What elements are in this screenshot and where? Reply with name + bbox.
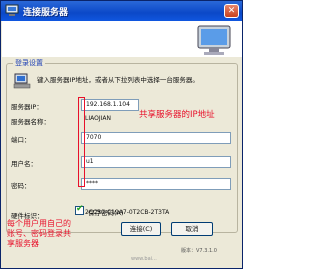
server-name-label: 服务器名称：: [11, 118, 50, 126]
connect-button[interactable]: 连接(C): [121, 222, 161, 236]
save-password-checkbox[interactable]: ✔: [75, 204, 84, 215]
password-label: 密码：: [11, 182, 31, 190]
group-title: 登录设置: [13, 58, 45, 68]
window-title: 连接服务器: [23, 8, 69, 18]
computer-monitor-icon: [197, 25, 231, 55]
annotation-user-note: 每个用户用自己的 账号、密码登录共 享服务器: [7, 219, 71, 249]
annotation-line-1: 每个用户用自己的: [7, 219, 71, 228]
title-bar[interactable]: 连接服务器 ✕: [1, 1, 242, 21]
watermark-text: www.bai...: [131, 256, 157, 262]
annotation-shared-server-ip: 共享服务器的IP地址: [139, 110, 215, 120]
keyboard-computer-icon: [13, 73, 31, 89]
cancel-button[interactable]: 取消: [171, 222, 213, 236]
username-input[interactable]: u1: [81, 156, 231, 168]
check-icon: ✔: [76, 204, 84, 214]
server-ip-input[interactable]: 192.168.1.104: [81, 99, 139, 111]
username-label: 用户名：: [11, 160, 37, 168]
connect-server-dialog: 连接服务器 ✕ 登录设置 键入服务器IP地址，或者从下拉列表中选择一台服务器。 …: [0, 0, 243, 269]
annotation-highlight-box: [78, 97, 85, 187]
port-label: 端口：: [11, 136, 31, 144]
port-input[interactable]: 7070: [81, 132, 231, 144]
server-icon: [5, 4, 19, 16]
save-password-label: 保存密码(A): [88, 209, 124, 217]
annotation-line-3: 享服务器: [7, 239, 39, 248]
instruction-text: 键入服务器IP地址，或者从下拉列表中选择一台服务器。: [37, 76, 199, 84]
version-text: 版本：V7.3.1.0: [181, 248, 217, 254]
close-button[interactable]: ✕: [224, 4, 239, 18]
password-input[interactable]: ****: [81, 178, 231, 190]
annotation-line-2: 账号、密码登录共: [7, 229, 71, 238]
dialog-header-banner: [2, 21, 242, 57]
server-ip-label: 服务器IP：: [11, 103, 43, 111]
